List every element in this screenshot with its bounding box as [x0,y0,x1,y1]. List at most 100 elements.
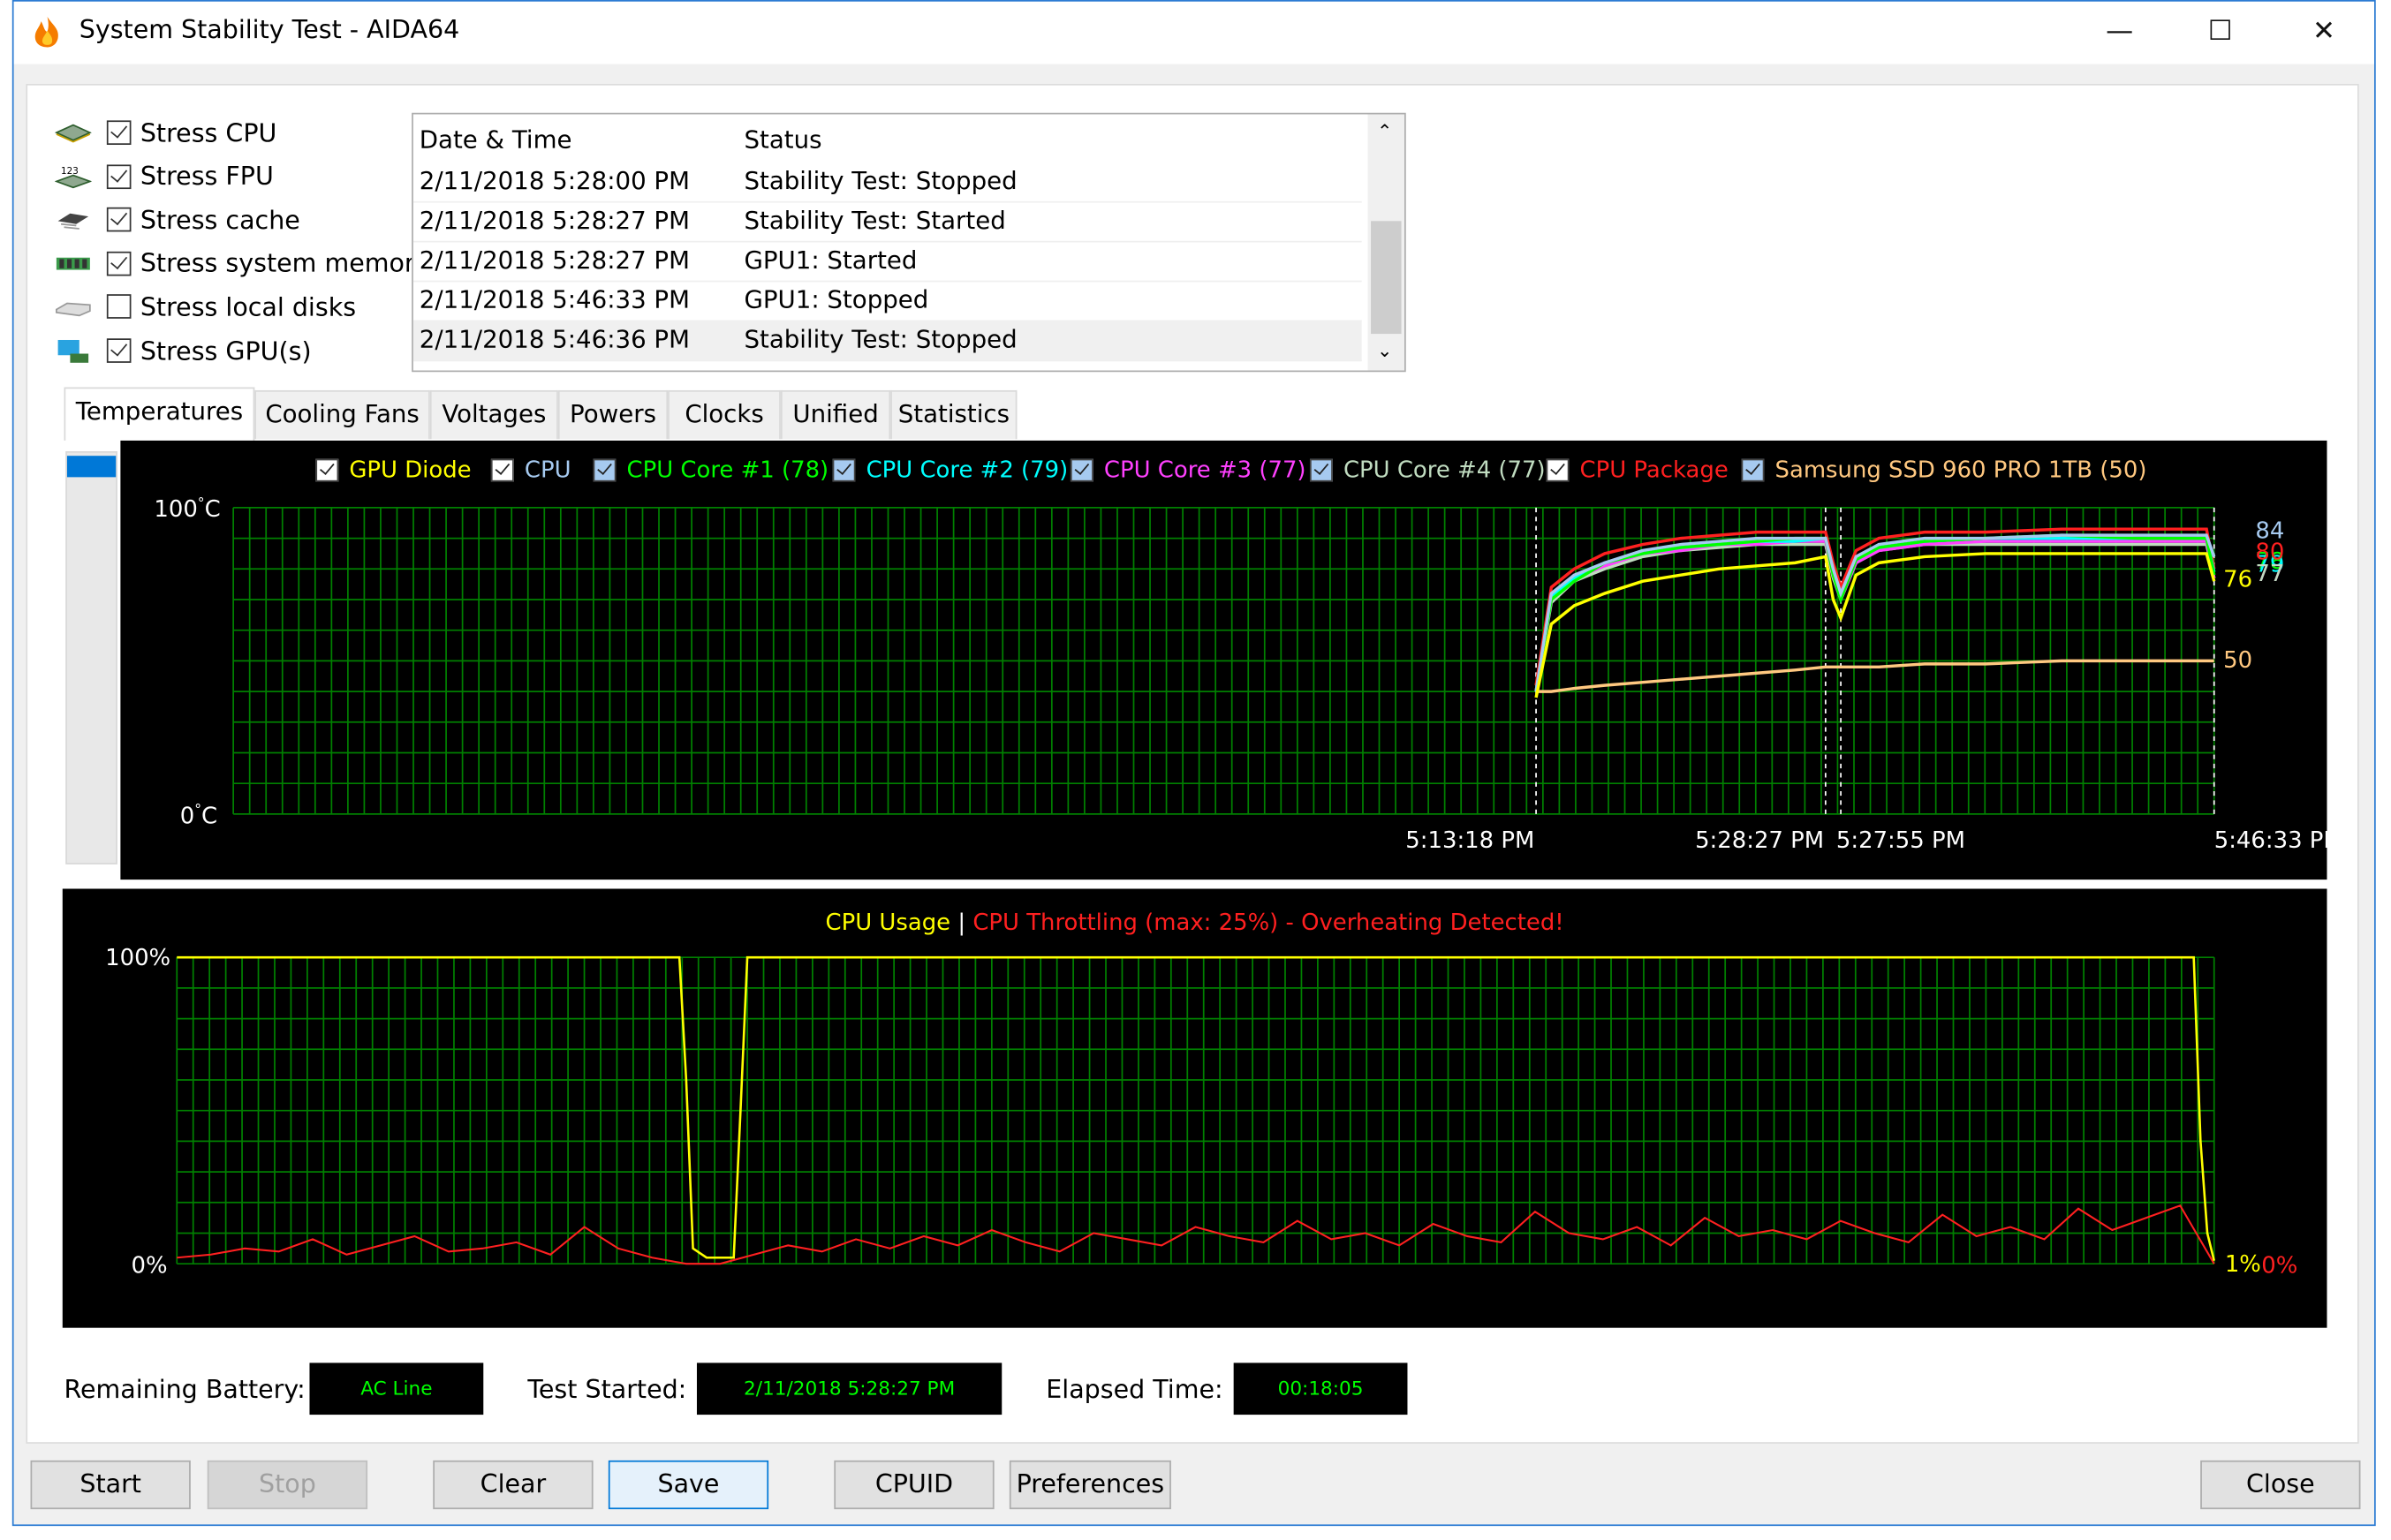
grid-lines [232,507,2215,815]
log-datetime: 2/11/2018 5:28:00 PM [419,166,690,195]
stress-option-label: Stress GPU(s) [140,336,312,366]
log-scrollbar[interactable]: ⌃ ⌄ [1367,114,1405,371]
aida64-flame-icon [34,16,58,48]
stress-option-label: Stress CPU [140,117,277,147]
tab-clocks[interactable]: Clocks [668,389,781,440]
log-status: Stability Test: Started [744,206,1006,235]
tab-cooling-fans[interactable]: Cooling Fans [254,389,430,440]
cpuid-button[interactable]: CPUID [834,1460,995,1510]
grid-lines [176,956,2215,1265]
stress-option-row[interactable]: Stress local disks [55,287,356,327]
x-tick-label: 5:28:27 PM [1695,826,1825,854]
tab-voltages[interactable]: Voltages [429,389,558,440]
maximize-button[interactable]: ☐ [2190,9,2251,55]
monitor-gpu-icon [55,338,91,363]
memory-module-icon [55,252,91,276]
temperature-plot [232,507,2216,815]
stress-checkbox[interactable] [106,251,132,276]
log-status: Stability Test: Stopped [744,166,1018,195]
log-datetime: 2/11/2018 5:46:36 PM [419,324,690,354]
close-button[interactable]: Close [2200,1460,2361,1510]
series-end-label: 50 [2223,645,2253,674]
cache-chip-icon [55,208,91,232]
log-datetime: 2/11/2018 5:28:27 PM [419,245,690,275]
y-tick-label-min: 0°C [179,802,218,830]
series-line [1534,536,2216,692]
series-line [1536,659,2214,693]
series-end-label: 80 [2255,538,2285,566]
elapsed-time-label: Elapsed Time: [1046,1375,1223,1405]
log-header: Date & Time Status [413,120,1362,160]
event-log-table[interactable]: Date & Time Status 2/11/2018 5:28:00 PM S… [412,112,1406,373]
window-title: System Stability Test - AIDA64 [79,15,460,45]
stress-checkbox[interactable] [106,120,132,146]
minimize-button[interactable]: — [2089,9,2150,55]
fpu-icon: 123 [54,164,93,189]
log-row[interactable]: 2/11/2018 5:46:36 PM Stability Test: Stop… [412,320,1362,362]
stress-option-row[interactable]: 123 Stress FPU [54,156,274,196]
stress-option-row[interactable]: Stress CPU [54,113,277,153]
stress-option-row[interactable]: Stress GPU(s) [55,331,312,371]
scroll-up-icon[interactable]: ⌃ [1377,120,1392,141]
stress-checkbox[interactable] [106,338,132,363]
series-end-label: 76 [2223,565,2253,593]
scroll-down-icon[interactable]: ⌄ [1377,340,1392,361]
stress-option-label: Stress system memory [140,248,430,278]
tab-statistics[interactable]: Statistics [890,389,1018,440]
title-bar[interactable]: System Stability Test - AIDA64 — ☐ ✕ [11,0,2376,64]
cpu-usage-chart: CPU Usage | CPU Throttling (max: 25%) - … [62,888,2327,1328]
column-header-datetime[interactable]: Date & Time [420,120,572,160]
stress-checkbox[interactable] [106,208,132,232]
y-tick-label-max: 100°C [154,495,221,524]
temperature-chart: GPU Diode CPU CPU Core #1 (78) CPU Core #2 … [120,440,2343,880]
clear-button[interactable]: Clear [433,1460,594,1510]
battery-value: AC Line [309,1363,484,1415]
column-header-status[interactable]: Status [744,120,821,160]
log-row[interactable]: 2/11/2018 5:28:27 PM Stability Test: Star… [412,201,1362,243]
stress-option-label: Stress cache [140,205,300,235]
stress-checkbox[interactable] [106,294,132,320]
log-row[interactable]: 2/11/2018 5:46:33 PM GPU1: Stopped [412,281,1362,322]
tab-unified[interactable]: Unified [780,389,891,440]
log-status: GPU1: Stopped [744,284,929,314]
x-tick-label: 5:46:33 PM [2213,826,2343,854]
cpu-usage-line [177,955,2215,1262]
aida64-window: System Stability Test - AIDA64 — ☐ ✕ Str… [0,0,2391,1540]
log-status: Stability Test: Stopped [744,324,1018,354]
log-row[interactable]: 2/11/2018 5:28:00 PM Stability Test: Stop… [412,162,1362,203]
stop-button[interactable]: Stop [207,1460,368,1510]
start-button[interactable]: Start [30,1460,191,1510]
stress-option-label: Stress FPU [140,162,274,191]
x-tick-label: 5:13:18 PM [1405,826,1535,854]
preferences-button[interactable]: Preferences [1009,1460,1171,1510]
log-datetime: 2/11/2018 5:46:33 PM [419,284,690,314]
tab-temperatures[interactable]: Temperatures [64,387,255,441]
stress-option-row[interactable]: Stress system memory [55,244,429,283]
y-tick-label-min: 0% [131,1251,168,1280]
save-button[interactable]: Save [608,1460,769,1510]
cpu-usage-plot [176,955,2215,1265]
cpu-throttling-line [177,1204,2215,1265]
sensor-list-selected-item[interactable] [66,456,117,478]
stress-option-row[interactable]: Stress cache [55,200,300,239]
x-tick-label: 5:27:55 PM [1835,826,1965,854]
cpu-usage-end-label: 1% [2224,1249,2261,1278]
battery-label: Remaining Battery: [64,1375,306,1405]
log-row[interactable]: 2/11/2018 5:28:27 PM GPU1: Started [412,241,1362,283]
elapsed-time-value: 00:18:05 [1233,1363,1408,1415]
sensor-list-scrollbar[interactable] [65,451,117,864]
hard-disk-icon [55,295,91,320]
series-line [1534,552,2216,698]
log-datetime: 2/11/2018 5:28:27 PM [419,206,690,235]
svg-text:123: 123 [61,165,79,176]
cpu-icon [54,120,92,145]
tab-powers[interactable]: Powers [557,389,669,440]
cpu-throttling-end-label: 0% [2261,1251,2298,1280]
stress-checkbox[interactable] [106,163,132,189]
stress-option-label: Stress local disks [140,292,357,322]
scroll-thumb[interactable] [1371,221,1402,335]
close-window-button[interactable]: ✕ [2294,9,2355,55]
test-started-value: 2/11/2018 5:28:27 PM [696,1363,1003,1415]
log-status: GPU1: Started [744,245,918,275]
test-started-label: Test Started: [527,1375,687,1405]
